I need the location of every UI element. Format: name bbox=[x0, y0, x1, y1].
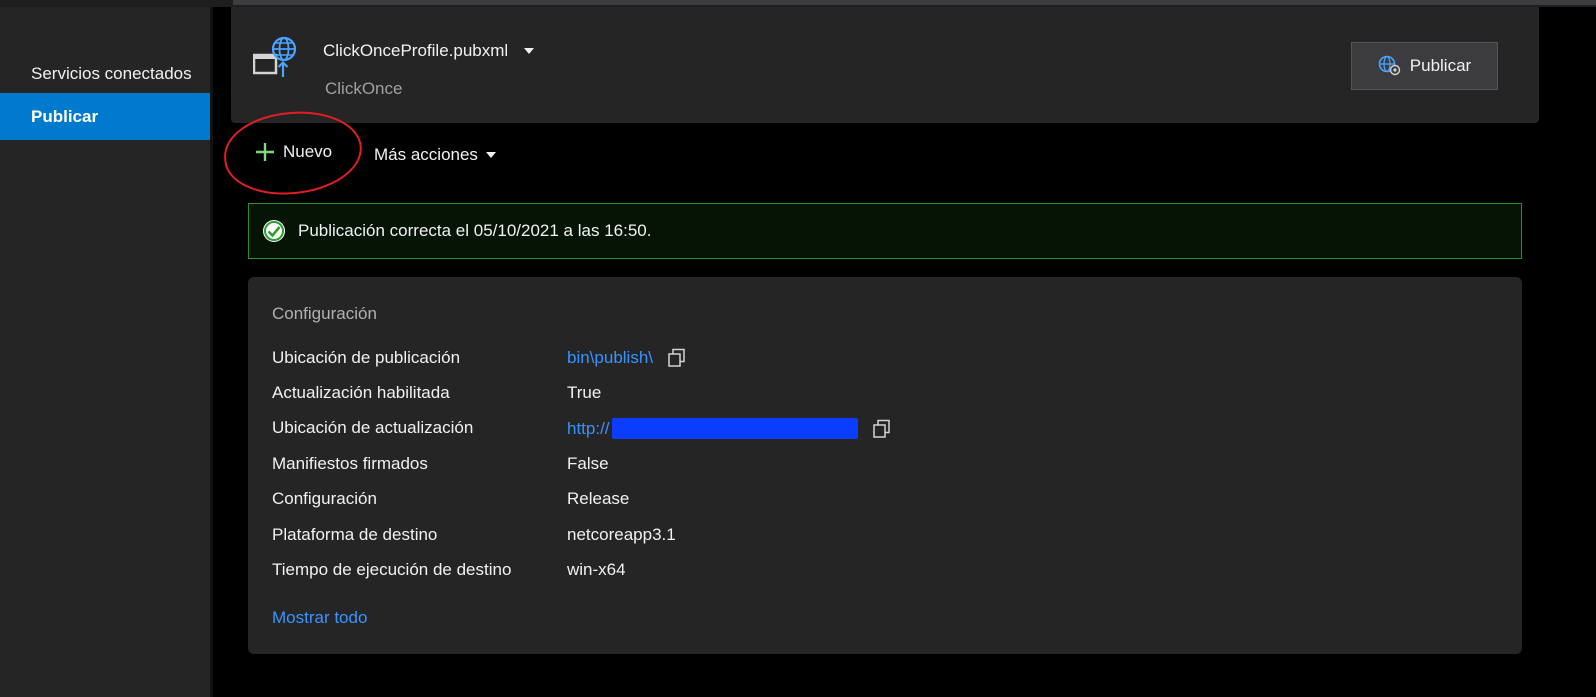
config-row: Ubicación de actualización http:// bbox=[272, 418, 1472, 442]
config-row: Tiempo de ejecución de destino win-x64 bbox=[272, 560, 1472, 584]
chevron-down-icon bbox=[524, 48, 535, 54]
more-actions-label: Más acciones bbox=[374, 145, 478, 164]
profile-selector[interactable]: ClickOnceProfile.pubxml bbox=[323, 41, 535, 61]
config-value: netcoreapp3.1 bbox=[567, 525, 676, 544]
update-location-link[interactable]: http:// bbox=[567, 419, 610, 439]
config-label: Actualización habilitada bbox=[272, 383, 450, 402]
config-value: True bbox=[567, 383, 602, 402]
profile-name: ClickOnceProfile.pubxml bbox=[323, 41, 509, 60]
publish-globe-icon bbox=[1378, 55, 1400, 76]
copy-icon[interactable] bbox=[872, 419, 892, 439]
profile-header: ClickOnceProfile.pubxml ClickOnce Public… bbox=[231, 7, 1539, 123]
publish-button[interactable]: Publicar bbox=[1351, 42, 1498, 90]
publish-profile-icon bbox=[253, 36, 297, 77]
profile-type: ClickOnce bbox=[325, 79, 403, 98]
sidebar-item-publish[interactable]: Publicar bbox=[0, 93, 210, 140]
publish-location-link[interactable]: bin\publish\ bbox=[567, 348, 653, 368]
window-top-border bbox=[0, 0, 1596, 7]
config-value: win-x64 bbox=[567, 560, 626, 579]
chevron-down-icon bbox=[485, 152, 496, 158]
config-title: Configuración bbox=[272, 304, 377, 323]
config-value: False bbox=[567, 454, 609, 473]
new-profile-label: Nuevo bbox=[283, 142, 333, 161]
sidebar-item-label: Servicios conectados bbox=[31, 63, 192, 83]
config-label: Manifiestos firmados bbox=[272, 454, 428, 473]
config-label: Ubicación de actualización bbox=[272, 418, 474, 437]
sidebar-divider bbox=[210, 7, 213, 697]
show-all-link[interactable]: Mostrar todo bbox=[272, 608, 367, 628]
sidebar-item-label: Publicar bbox=[31, 106, 99, 126]
sidebar-item-connected-services[interactable]: Servicios conectados bbox=[0, 50, 210, 97]
success-check-icon bbox=[263, 220, 285, 242]
config-value: Release bbox=[567, 489, 630, 508]
plus-icon bbox=[256, 143, 274, 161]
sidebar: Servicios conectados Publicar bbox=[0, 7, 210, 697]
config-label: Configuración bbox=[272, 489, 377, 508]
config-label: Ubicación de publicación bbox=[272, 348, 461, 367]
config-label: Plataforma de destino bbox=[272, 525, 438, 544]
configuration-card: Configuración Ubicación de publicación b… bbox=[248, 277, 1522, 654]
success-message: Publicación correcta el 05/10/2021 a las… bbox=[298, 221, 652, 240]
config-row: Configuración Release bbox=[272, 489, 1472, 513]
config-row: Plataforma de destino netcoreapp3.1 bbox=[272, 525, 1472, 549]
publish-button-label: Publicar bbox=[1409, 56, 1472, 75]
config-row: Manifiestos firmados False bbox=[272, 454, 1472, 478]
more-actions-dropdown[interactable]: Más acciones bbox=[374, 145, 496, 165]
config-label: Tiempo de ejecución de destino bbox=[272, 560, 512, 579]
redaction-mark bbox=[611, 418, 858, 439]
config-row: Actualización habilitada True bbox=[272, 383, 1472, 407]
new-profile-button[interactable]: Nuevo bbox=[254, 141, 332, 163]
success-banner: Publicación correcta el 05/10/2021 a las… bbox=[248, 203, 1522, 259]
copy-icon[interactable] bbox=[667, 348, 687, 368]
config-row: Ubicación de publicación bin\publish\ bbox=[272, 348, 1472, 372]
